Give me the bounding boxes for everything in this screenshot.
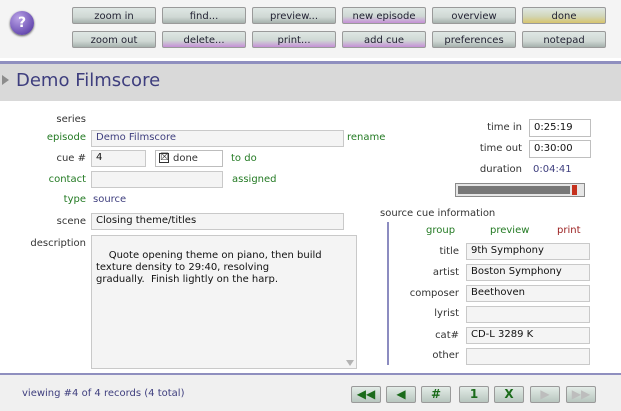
duration-label: duration <box>479 164 522 175</box>
page-title: Demo Filmscore <box>16 70 161 91</box>
assigned-link[interactable]: assigned <box>232 174 277 185</box>
done-button[interactable]: done <box>522 7 606 24</box>
description-field[interactable]: Quote opening theme on piano, then build… <box>91 235 357 369</box>
type-value[interactable]: source <box>93 194 126 205</box>
cue-number-label: cue # <box>56 153 86 164</box>
goto-record-button[interactable]: # <box>421 386 451 403</box>
episode-label: episode <box>46 132 86 143</box>
source-cue-divider <box>387 222 389 365</box>
print-link[interactable]: print <box>557 225 581 236</box>
description-text: Quote opening theme on piano, then build… <box>96 250 322 285</box>
first-record-button[interactable]: ◀◀ <box>351 386 381 403</box>
footer: viewing #4 of 4 records (4 total) ◀◀ ◀ #… <box>0 373 621 411</box>
print-button[interactable]: print... <box>252 31 336 48</box>
source-composer-field[interactable]: Beethoven <box>466 285 590 302</box>
preview-button[interactable]: preview... <box>252 7 336 24</box>
cue-form: series episode Demo Filmscore rename cue… <box>0 103 621 373</box>
zoom-in-button[interactable]: zoom in <box>72 7 156 24</box>
preview-link[interactable]: preview <box>490 225 529 236</box>
record-status: viewing #4 of 4 records (4 total) <box>22 388 185 399</box>
done-checkbox[interactable]: ☒ <box>159 153 169 163</box>
help-button[interactable]: ? <box>10 11 34 35</box>
source-cue-header: source cue information <box>380 208 496 219</box>
type-label: type <box>63 194 86 205</box>
source-other-field[interactable] <box>466 348 590 365</box>
episode-field[interactable]: Demo Filmscore <box>91 130 344 147</box>
progress-marker <box>572 185 577 195</box>
time-in-label: time in <box>487 122 522 133</box>
rename-link[interactable]: rename <box>347 132 385 143</box>
source-cat-label: cat# <box>435 330 459 341</box>
preferences-button[interactable]: preferences <box>432 31 516 48</box>
description-label: description <box>30 238 86 249</box>
contact-field[interactable] <box>91 171 223 188</box>
new-episode-button[interactable]: new episode <box>342 7 426 24</box>
next-record-button[interactable]: ▶ <box>530 386 560 403</box>
source-lyrist-field[interactable] <box>466 306 590 323</box>
progress-fill <box>458 186 570 194</box>
notepad-button[interactable]: notepad <box>522 31 606 48</box>
last-record-button[interactable]: ▶▶ <box>566 386 596 403</box>
cue-number-field[interactable]: 4 <box>91 150 146 167</box>
source-title-field[interactable]: 9th Symphony <box>466 243 590 260</box>
source-composer-label: composer <box>409 288 459 299</box>
source-other-label: other <box>432 350 459 361</box>
contact-label: contact <box>48 174 86 185</box>
zoom-out-button[interactable]: zoom out <box>72 31 156 48</box>
find-button[interactable]: find... <box>162 7 246 24</box>
add-cue-button[interactable]: add cue <box>342 31 426 48</box>
scroll-down-icon[interactable] <box>346 360 354 366</box>
time-in-field[interactable]: 0:25:19 <box>529 119 591 137</box>
delete-button[interactable]: delete... <box>162 31 246 48</box>
previous-record-button[interactable]: ◀ <box>386 386 416 403</box>
source-artist-field[interactable]: Boston Symphony <box>466 264 590 281</box>
scene-label: scene <box>56 216 86 227</box>
single-record-button[interactable]: 1 <box>459 386 489 403</box>
duration-value: 0:04:41 <box>533 164 572 175</box>
toolbar: ? zoom in find... preview... new episode… <box>0 0 621 58</box>
group-link[interactable]: group <box>426 225 455 236</box>
overview-button[interactable]: overview <box>432 7 516 24</box>
collapse-arrow-icon[interactable] <box>2 75 9 85</box>
source-artist-label: artist <box>432 267 459 278</box>
source-lyrist-label: lyrist <box>434 308 459 319</box>
to-do-link[interactable]: to do <box>231 153 257 164</box>
time-out-field[interactable]: 0:30:00 <box>529 140 591 158</box>
source-title-label: title <box>439 246 459 257</box>
scene-field[interactable]: Closing theme/titles <box>91 213 344 230</box>
time-out-label: time out <box>479 143 522 154</box>
duration-progress-bar <box>455 183 585 197</box>
close-record-button[interactable]: X <box>494 386 524 403</box>
source-cat-field[interactable]: CD-L 3289 K <box>466 327 590 344</box>
done-label: done <box>173 153 198 164</box>
title-bar: Demo Filmscore <box>0 61 621 101</box>
series-label: series <box>56 114 86 125</box>
